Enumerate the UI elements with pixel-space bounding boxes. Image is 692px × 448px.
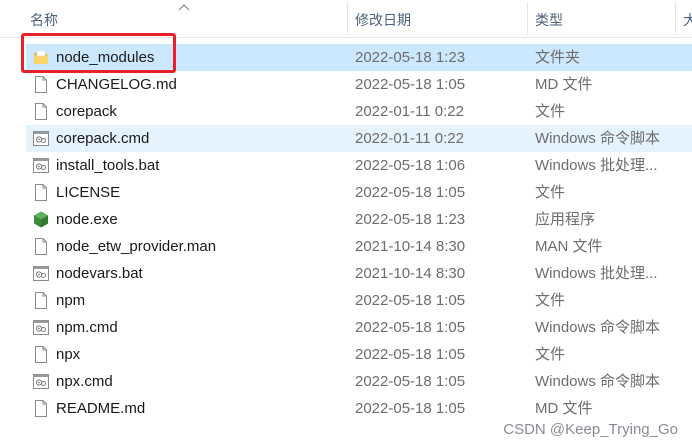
sort-ascending-icon	[178, 4, 190, 11]
file-row[interactable]: npx.cmd 2022-05-18 1:05 Windows 命令脚本	[26, 368, 692, 395]
script-file-icon	[33, 319, 49, 336]
file-modified-date: 2022-05-18 1:05	[355, 346, 466, 363]
column-header-type[interactable]: 类型	[535, 0, 563, 37]
file-type: 文件	[535, 103, 566, 120]
script-file-icon	[33, 373, 49, 390]
file-name: corepack.cmd	[56, 130, 150, 147]
file-modified-date: 2022-01-11 0:22	[355, 130, 464, 147]
file-type: Windows 命令脚本	[535, 319, 661, 336]
file-row[interactable]: npm.cmd 2022-05-18 1:05 Windows 命令脚本	[26, 314, 692, 341]
file-name: npx.cmd	[56, 373, 113, 390]
file-icon	[33, 238, 49, 255]
file-modified-date: 2022-05-18 1:05	[355, 400, 466, 417]
file-name: node.exe	[56, 211, 118, 228]
column-separator[interactable]	[527, 2, 528, 35]
file-icon	[33, 103, 49, 120]
file-type: 文件	[535, 184, 566, 201]
file-row[interactable]: npm 2022-05-18 1:05 文件	[26, 287, 692, 314]
file-row[interactable]: corepack 2022-01-11 0:22 文件	[26, 98, 692, 125]
file-modified-date: 2021-10-14 8:30	[355, 265, 466, 282]
file-name: install_tools.bat	[56, 157, 160, 174]
file-modified-date: 2022-05-18 1:05	[355, 76, 466, 93]
file-modified-date: 2022-05-18 1:23	[355, 49, 466, 66]
file-icon	[33, 346, 49, 363]
file-name: README.md	[56, 400, 146, 417]
file-row[interactable]: node.exe 2022-05-18 1:23 应用程序	[26, 206, 692, 233]
file-row[interactable]: install_tools.bat 2022-05-18 1:06 Windows …	[26, 152, 692, 179]
file-row[interactable]: nodevars.bat 2021-10-14 8:30 Windows 批处理..…	[26, 260, 692, 287]
file-name: nodevars.bat	[56, 265, 143, 282]
file-icon	[33, 184, 49, 201]
file-row[interactable]: README.md 2022-05-18 1:05 MD 文件	[26, 395, 692, 422]
highlight-annotation-box	[21, 33, 176, 73]
file-type: 文件夹	[535, 49, 581, 66]
file-row[interactable]: npx 2022-05-18 1:05 文件	[26, 341, 692, 368]
file-modified-date: 2022-01-11 0:22	[355, 103, 464, 120]
file-modified-date: 2022-05-18 1:05	[355, 184, 466, 201]
file-icon	[33, 76, 49, 93]
file-name: npm	[56, 292, 86, 309]
column-header-size[interactable]: 大	[683, 0, 692, 37]
file-modified-date: 2022-05-18 1:06	[355, 157, 466, 174]
column-separator[interactable]	[675, 2, 676, 35]
file-type: Windows 命令脚本	[535, 130, 661, 147]
script-file-icon	[33, 265, 49, 282]
watermark: CSDN @Keep_Trying_Go	[503, 421, 678, 438]
file-name: corepack	[56, 103, 117, 120]
file-row[interactable]: CHANGELOG.md 2022-05-18 1:05 MD 文件	[26, 71, 692, 98]
file-type: Windows 批处理...	[535, 157, 658, 174]
column-header-date[interactable]: 修改日期	[355, 0, 411, 37]
file-type: Windows 命令脚本	[535, 373, 661, 390]
nodejs-hexagon-icon	[33, 211, 49, 228]
file-row[interactable]: corepack.cmd 2022-01-11 0:22 Windows 命令脚本	[26, 125, 692, 152]
file-icon	[33, 292, 49, 309]
file-row[interactable]: node_etw_provider.man 2021-10-14 8:30 MAN …	[26, 233, 692, 260]
file-modified-date: 2022-05-18 1:05	[355, 373, 466, 390]
file-modified-date: 2022-05-18 1:05	[355, 292, 466, 309]
file-type: MD 文件	[535, 400, 593, 417]
file-row[interactable]: LICENSE 2022-05-18 1:05 文件	[26, 179, 692, 206]
file-name: npx	[56, 346, 81, 363]
file-name: CHANGELOG.md	[56, 76, 177, 93]
file-type: 应用程序	[535, 211, 596, 228]
script-file-icon	[33, 130, 49, 147]
file-type: 文件	[535, 346, 566, 363]
file-name: npm.cmd	[56, 319, 118, 336]
column-header-name[interactable]: 名称	[30, 0, 58, 37]
file-icon	[33, 400, 49, 417]
column-separator[interactable]	[347, 2, 348, 35]
file-name: node_etw_provider.man	[56, 238, 217, 255]
file-type: MAN 文件	[535, 238, 603, 255]
file-modified-date: 2021-10-14 8:30	[355, 238, 466, 255]
file-type: 文件	[535, 292, 566, 309]
file-modified-date: 2022-05-18 1:23	[355, 211, 466, 228]
file-name: LICENSE	[56, 184, 121, 201]
script-file-icon	[33, 157, 49, 174]
file-type: MD 文件	[535, 76, 593, 93]
file-modified-date: 2022-05-18 1:05	[355, 319, 466, 336]
file-type: Windows 批处理...	[535, 265, 658, 282]
